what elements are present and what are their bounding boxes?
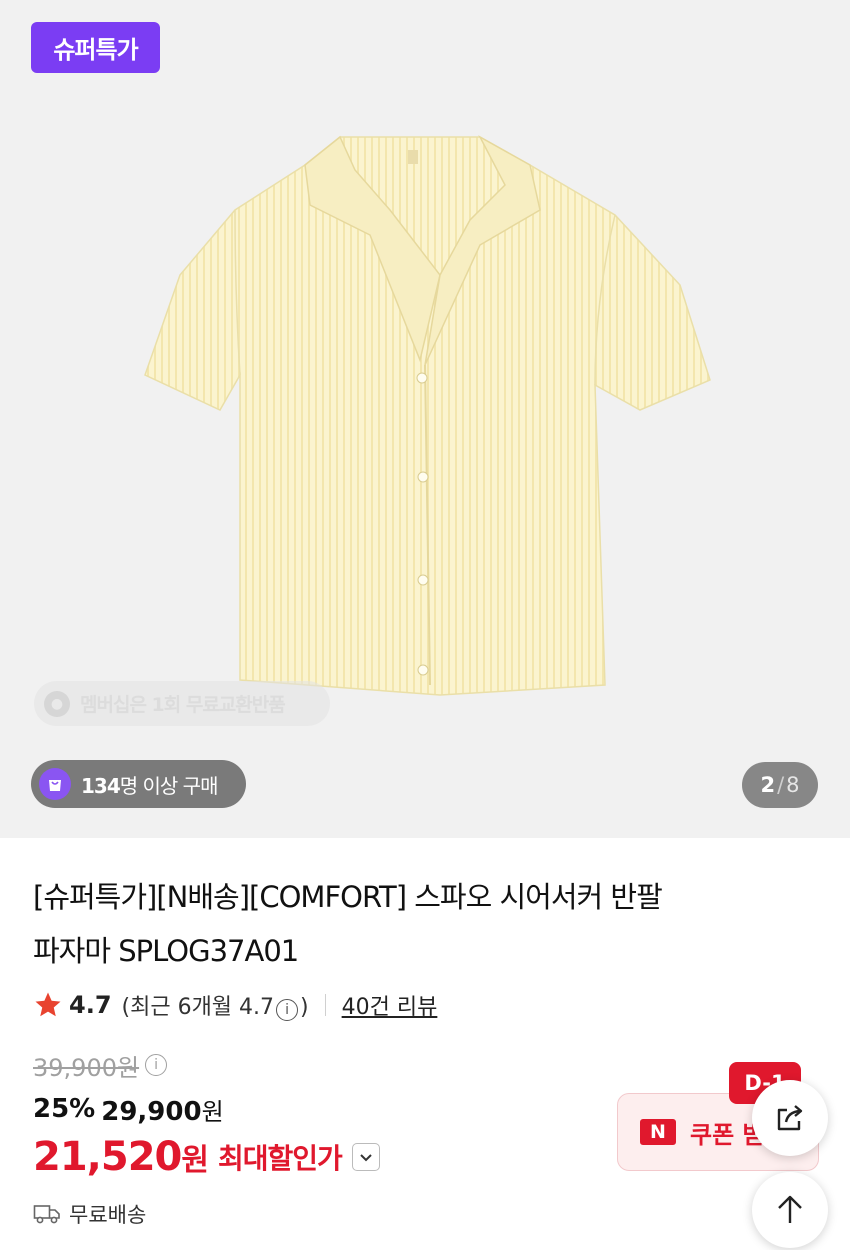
pager-current: 2 — [760, 773, 776, 797]
pager-separator: / — [777, 773, 785, 797]
scroll-top-button[interactable] — [752, 1172, 828, 1248]
product-image[interactable] — [140, 125, 715, 705]
product-title-line2: 파자마 SPLOG37A01 — [33, 934, 299, 968]
product-title-line1: [슈퍼특가][N배송][COMFORT] 스파오 시어서커 반팔 — [33, 880, 663, 914]
shirt-illustration — [144, 135, 711, 696]
original-price-value: 39,900원 — [33, 1053, 140, 1082]
image-pager: 2 / 8 — [742, 762, 818, 808]
buyers-suffix: 명 이상 구매 — [119, 773, 219, 798]
star-icon — [35, 992, 61, 1017]
pager-total: 8 — [786, 773, 800, 797]
product-title: [슈퍼특가][N배송][COMFORT] 스파오 시어서커 반팔 파자마 SPL… — [33, 870, 753, 978]
membership-watermark: ● 멤버십은 1회 무료교환반품 — [34, 681, 330, 726]
share-icon — [777, 1105, 803, 1131]
divider — [324, 994, 326, 1016]
buyers-count-badge: 134명 이상 구매 — [31, 760, 246, 808]
sale-price-value: 29,900 — [101, 1096, 202, 1127]
super-deal-badge: 슈퍼특가 — [31, 22, 160, 73]
buyers-number: 134 — [81, 773, 121, 798]
final-price-row: 21,520원 최대할인가 — [33, 1132, 380, 1182]
max-discount-label: 최대할인가 — [217, 1142, 343, 1175]
rating-score: 4.7 — [69, 991, 112, 1019]
truck-icon — [33, 1205, 60, 1224]
sale-price-unit: 원 — [201, 1097, 224, 1126]
delivery-label: 무료배송 — [69, 1203, 147, 1227]
buyers-text: 134명 이상 구매 — [81, 770, 219, 799]
delivery-info: 무료배송 — [33, 1198, 146, 1230]
info-icon[interactable]: i — [276, 999, 299, 1021]
naver-logo-icon: N — [640, 1119, 676, 1145]
reviews-link[interactable]: 40건 리뷰 — [342, 989, 438, 1021]
final-price-unit: 원 — [181, 1143, 209, 1178]
recent-rating-text: (최근 6개월 4.7 — [121, 995, 275, 1020]
recent-rating: (최근 6개월 4.7 i) — [122, 989, 309, 1021]
chevron-down-icon[interactable] — [351, 1143, 380, 1171]
share-button[interactable] — [752, 1080, 828, 1156]
original-price: 39,900원 i — [33, 1047, 168, 1083]
price-info-icon[interactable]: i — [145, 1054, 168, 1076]
final-price-value: 21,520 — [33, 1134, 182, 1180]
arrow-up-icon — [778, 1195, 802, 1223]
shopping-bag-icon — [39, 768, 71, 800]
product-image-carousel[interactable]: 슈퍼특가 ● 멤버십은 1회 무료교환반품 134명 이상 구매 2 / 8 — [0, 0, 850, 838]
watermark-text: 멤버십은 1회 무료교환반품 — [80, 694, 286, 716]
rating-row: 4.7 (최근 6개월 4.7 i) 40건 리뷰 — [33, 985, 437, 1025]
sale-price-row: 25% 29,900원 — [33, 1090, 224, 1128]
discount-rate: 25% — [33, 1094, 96, 1124]
chat-icon: ● — [44, 690, 70, 717]
recent-rating-close: ) — [300, 995, 309, 1020]
